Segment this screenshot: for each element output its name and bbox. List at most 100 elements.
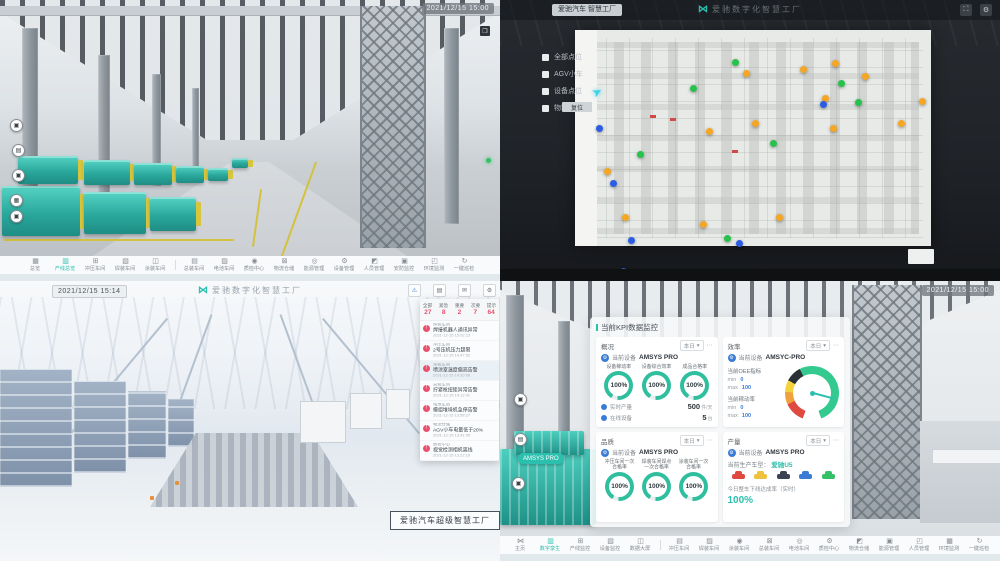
orange-map-marker[interactable] xyxy=(832,60,839,67)
toolbar-item[interactable]: ◉质检中心 xyxy=(240,256,270,274)
machine-poi-marker[interactable]: ▤ xyxy=(514,433,527,446)
worklist-icon[interactable]: ▤ xyxy=(433,284,446,297)
machine-poi-marker[interactable]: ▣ xyxy=(12,169,25,182)
toolbar-item[interactable]: ↻一键巡检 xyxy=(450,256,480,274)
production-machine-block[interactable] xyxy=(208,168,228,181)
green-map-marker[interactable] xyxy=(724,235,731,242)
toolbar-item[interactable]: ▣安防监控 xyxy=(390,256,420,274)
toolbar-item[interactable]: ▧设备监控 xyxy=(596,536,626,554)
more-icon[interactable]: ⋯ xyxy=(707,437,713,444)
toolbar-item[interactable]: ◰环境监测 xyxy=(420,256,450,274)
toolbar-item[interactable]: ▥产线总览 xyxy=(51,256,81,274)
expand-icon[interactable]: ⛶ xyxy=(960,4,972,16)
alarm-tab[interactable]: 重要2 xyxy=(452,299,468,320)
machine-poi-marker[interactable]: ▣ xyxy=(10,119,23,132)
toolbar-item[interactable]: ⊠物流仓储 xyxy=(270,256,300,274)
machine-poi-marker[interactable]: ▣ xyxy=(514,393,527,406)
orange-map-marker[interactable] xyxy=(862,73,869,80)
orange-map-marker[interactable] xyxy=(898,120,905,127)
range-select[interactable]: 本日▾ xyxy=(680,340,704,351)
machine-poi-marker[interactable]: ▤ xyxy=(12,144,25,157)
alarm-tab[interactable]: 全部27 xyxy=(420,299,436,320)
toolbar-item[interactable]: ↻一键巡检 xyxy=(965,536,995,554)
toolbar-item[interactable]: ▦环境监测 xyxy=(935,536,965,554)
toolbar-item[interactable]: ◫数据大屏 xyxy=(626,536,656,554)
settings-icon[interactable]: ⚙ xyxy=(980,4,992,16)
toolbar-item[interactable]: ⊠总装车间 xyxy=(755,536,785,554)
production-machine-block[interactable] xyxy=(84,192,146,234)
green-map-marker[interactable] xyxy=(855,99,862,106)
toolbar-item[interactable]: ◩人员管理 xyxy=(360,256,390,274)
alarm-list-item[interactable]: !焊装车间焊接机器人通讯异常2021-12-15 15:02:13 xyxy=(420,321,499,341)
toolbar-item[interactable]: ⊞产线监控 xyxy=(566,536,596,554)
alarm-list-item[interactable]: !质检中心视觉检测相机离线2021-12-15 13:22:19 xyxy=(420,441,499,461)
alarm-list-item[interactable]: !涂装车间喷涂室温度偏高告警2021-12-15 14:30:08 xyxy=(420,361,499,381)
more-icon[interactable]: ⋯ xyxy=(707,342,713,349)
checkbox-icon[interactable] xyxy=(542,105,549,112)
blue-map-marker[interactable] xyxy=(628,237,635,244)
machine-poi-marker[interactable]: ▣ xyxy=(10,210,23,223)
toolbar-item[interactable]: ◩物流仓储 xyxy=(845,536,875,554)
production-machine-block[interactable] xyxy=(150,197,196,231)
orange-map-marker[interactable] xyxy=(604,168,611,175)
blue-map-marker[interactable] xyxy=(736,240,743,247)
orange-map-marker[interactable] xyxy=(776,214,783,221)
toolbar-item[interactable]: ▣能源管理 xyxy=(875,536,905,554)
alarm-tab[interactable]: 紧急8 xyxy=(436,299,452,320)
blue-map-marker[interactable] xyxy=(820,101,827,108)
production-machine-block[interactable] xyxy=(176,166,204,183)
orange-map-marker[interactable] xyxy=(706,128,713,135)
settings-icon[interactable]: ⚙ xyxy=(483,284,496,297)
toolbar-item[interactable]: ▤冲压车间 xyxy=(665,536,695,554)
orange-map-marker[interactable] xyxy=(700,221,707,228)
toolbar-item[interactable]: ▥数字孪生 xyxy=(536,536,566,554)
production-machine-block[interactable] xyxy=(134,163,172,185)
alarm-bell-icon[interactable]: ⚠ xyxy=(408,284,421,297)
alarm-tab[interactable]: 提示64 xyxy=(483,299,499,320)
production-machine-block[interactable] xyxy=(18,156,78,184)
fullscreen-icon[interactable]: ❐ xyxy=(480,26,490,36)
alarm-list-item[interactable]: !电池车间模组堆垛机急停告警2021-12-15 13:58:27 xyxy=(420,401,499,421)
toolbar-item[interactable]: ▦总览 xyxy=(21,256,51,274)
production-machine-block[interactable] xyxy=(84,160,130,185)
checkbox-icon[interactable] xyxy=(542,54,549,61)
toolbar-item[interactable]: ⊞冲压车间 xyxy=(81,256,111,274)
toolbar-item[interactable]: ▨电池车间 xyxy=(210,256,240,274)
range-select[interactable]: 本日▾ xyxy=(806,435,830,446)
machine-poi-marker[interactable]: ▦ xyxy=(10,194,23,207)
toolbar-item[interactable]: ◰人员管理 xyxy=(905,536,935,554)
toolbar-item[interactable]: ⚙质检中心 xyxy=(815,536,845,554)
toolbar-item[interactable]: ▨焊装车间 xyxy=(695,536,725,554)
orange-map-marker[interactable] xyxy=(743,70,750,77)
reset-view-button[interactable]: 复位 xyxy=(562,102,592,112)
legend-item[interactable]: 全部点位 xyxy=(542,52,583,62)
range-select[interactable]: 本日▾ xyxy=(680,435,704,446)
production-machine-block[interactable] xyxy=(232,158,248,168)
factory-floorplan[interactable] xyxy=(575,30,931,246)
more-icon[interactable]: ⋯ xyxy=(833,342,839,349)
toolbar-item[interactable]: ◎能源管理 xyxy=(300,256,330,274)
toolbar-item[interactable]: ▧焊装车间 xyxy=(111,256,141,274)
legend-item[interactable]: 设备点位 xyxy=(542,86,583,96)
back-to-factory-button[interactable]: 爱驰汽车 智慧工厂 xyxy=(552,4,622,16)
green-map-marker[interactable] xyxy=(637,151,644,158)
more-icon[interactable]: ⋯ xyxy=(833,437,839,444)
legend-item[interactable]: AGV小车 xyxy=(542,69,583,79)
orange-map-marker[interactable] xyxy=(919,98,926,105)
green-map-marker[interactable] xyxy=(690,85,697,92)
green-map-marker[interactable] xyxy=(838,80,845,87)
range-select[interactable]: 本日▾ xyxy=(806,340,830,351)
orange-map-marker[interactable] xyxy=(830,125,837,132)
orange-map-marker[interactable] xyxy=(622,214,629,221)
toolbar-item[interactable]: ◫涂装车间 xyxy=(141,256,171,274)
orange-map-marker[interactable] xyxy=(800,66,807,73)
message-icon[interactable]: ✉ xyxy=(458,284,471,297)
toolbar-item[interactable]: ⚙设备管理 xyxy=(330,256,360,274)
blue-map-marker[interactable] xyxy=(596,125,603,132)
minimap-panel[interactable] xyxy=(908,249,934,264)
toolbar-item[interactable]: ◉涂装车间 xyxy=(725,536,755,554)
checkbox-icon[interactable] xyxy=(542,88,549,95)
alarm-list-item[interactable]: !冲压车间2号压机压力超限2021-12-15 14:47:52 xyxy=(420,341,499,361)
selected-machine-chip[interactable]: AMSYS PRO xyxy=(518,453,564,464)
green-map-marker[interactable] xyxy=(770,140,777,147)
